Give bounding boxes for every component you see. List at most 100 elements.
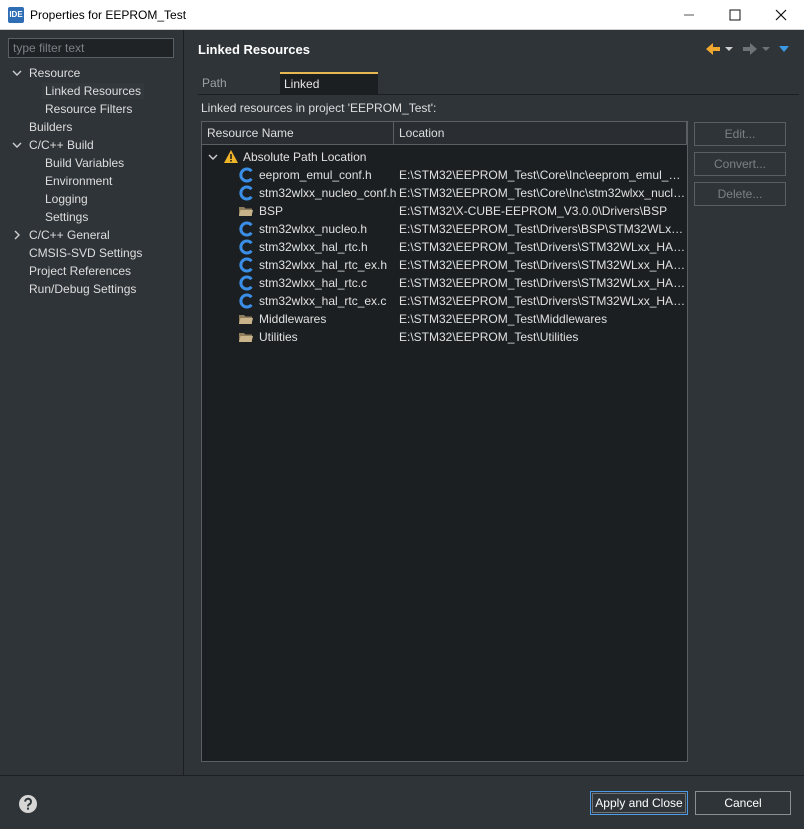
resource-location: E:\STM32\EEPROM_Test\Drivers\STM32WLxx_H…: [399, 240, 686, 254]
c-file-icon: [239, 221, 253, 237]
filter-input[interactable]: [8, 38, 174, 58]
forward-menu-chevron-icon: [762, 47, 770, 51]
chevron-down-icon[interactable]: [12, 136, 22, 154]
table-row[interactable]: BSP E:\STM32\X-CUBE-EEPROM_V3.0.0\Driver…: [202, 202, 687, 220]
resource-name: eeprom_emul_conf.h: [259, 168, 372, 182]
delete-button[interactable]: Delete...: [694, 182, 786, 206]
table-row[interactable]: Middlewares E:\STM32\EEPROM_Test\Middlew…: [202, 310, 687, 328]
page-title: Linked Resources: [198, 42, 310, 57]
sidebar-item-label: Settings: [45, 210, 89, 224]
sidebar-item-label: Run/Debug Settings: [29, 282, 137, 296]
sidebar-item-settings[interactable]: Settings: [45, 208, 88, 226]
sidebar-item-resource-filters[interactable]: Resource Filters: [45, 100, 132, 118]
table-header: Resource Name Location: [202, 122, 687, 145]
sidebar-item-run-debug-settings[interactable]: Run/Debug Settings: [29, 280, 136, 298]
resource-location: E:\STM32\EEPROM_Test\Drivers\BSP\STM32WL…: [399, 222, 686, 236]
sidebar-item-build-variables[interactable]: Build Variables: [45, 154, 124, 172]
resource-location: E:\STM32\EEPROM_Test\Middlewares: [399, 312, 608, 326]
close-button[interactable]: [758, 0, 804, 30]
tab-path-variables[interactable]: Path Variables: [198, 72, 280, 112]
table-row[interactable]: Utilities E:\STM32\EEPROM_Test\Utilities: [202, 328, 687, 346]
table-row[interactable]: stm32wlxx_nucleo.h E:\STM32\EEPROM_Test\…: [202, 220, 687, 238]
minimize-icon: [684, 14, 694, 16]
c-file-icon: [239, 239, 253, 255]
properties-page: Linked Resources Path Variables Linked R…: [185, 30, 804, 775]
sidebar-item-label: Resource Filters: [45, 102, 133, 116]
view-menu-chevron-icon[interactable]: [778, 40, 790, 58]
sidebar-item-label: C/C++ General: [29, 228, 110, 242]
forward-arrow-icon: [743, 43, 757, 55]
resource-name: stm32wlxx_hal_rtc.c: [259, 276, 368, 290]
resource-location: E:\STM32\EEPROM_Test\Utilities: [399, 330, 579, 344]
back-arrow-icon[interactable]: [704, 40, 722, 58]
sidebar-item-cpp-general[interactable]: C/C++ General: [12, 226, 110, 244]
chevron-down-icon[interactable]: [208, 148, 218, 166]
resource-location: E:\STM32\EEPROM_Test\Drivers\STM32WLxx_H…: [399, 294, 686, 308]
resource-name: stm32wlxx_hal_rtc_ex.h: [259, 258, 388, 272]
edit-button[interactable]: Edit...: [694, 122, 786, 146]
maximize-icon: [729, 9, 741, 21]
sidebar-item-label: Builders: [29, 120, 73, 134]
title-bar: IDE Properties for EEPROM_Test: [0, 0, 804, 30]
warning-icon: [224, 150, 238, 163]
apply-and-close-button[interactable]: Apply and Close: [590, 791, 688, 815]
group-label: Absolute Path Location: [243, 150, 367, 164]
resource-location: E:\STM32\EEPROM_Test\Drivers\STM32WLxx_H…: [399, 258, 686, 272]
c-file-icon: [239, 257, 253, 273]
table-group-row[interactable]: Absolute Path Location: [202, 148, 687, 166]
table-row[interactable]: eeprom_emul_conf.h E:\STM32\EEPROM_Test\…: [202, 166, 687, 184]
sidebar-item-cpp-build[interactable]: C/C++ Build: [12, 136, 94, 154]
convert-button[interactable]: Convert...: [694, 152, 786, 176]
sidebar-item-environment[interactable]: Environment: [45, 172, 112, 190]
sidebar-item-linked-resources[interactable]: Linked Resources: [42, 82, 145, 100]
resource-location: E:\STM32\X-CUBE-EEPROM_V3.0.0\Drivers\BS…: [399, 204, 668, 218]
sidebar-item-project-references[interactable]: Project References: [29, 262, 131, 280]
resource-name: Middlewares: [259, 312, 327, 326]
close-icon: [775, 9, 787, 21]
folder-icon: [239, 315, 253, 324]
c-file-icon: [239, 293, 253, 309]
c-file-icon: [239, 185, 253, 201]
app-icon: IDE: [8, 7, 24, 23]
dialog-footer: Apply and Close Cancel: [0, 775, 804, 829]
resource-location: E:\STM32\EEPROM_Test\Core\Inc\stm32wlxx_…: [399, 186, 686, 200]
resource-name: stm32wlxx_hal_rtc_ex.c: [259, 294, 387, 308]
table-row[interactable]: stm32wlxx_hal_rtc_ex.c E:\STM32\EEPROM_T…: [202, 292, 687, 310]
table-row[interactable]: stm32wlxx_hal_rtc.c E:\STM32\EEPROM_Test…: [202, 274, 687, 292]
sidebar: Resource Linked Resources Resource Filte…: [0, 30, 184, 775]
cancel-button[interactable]: Cancel: [695, 791, 791, 815]
back-menu-chevron-icon[interactable]: [724, 40, 734, 58]
sidebar-item-cmsis-svd-settings[interactable]: CMSIS-SVD Settings: [29, 244, 142, 262]
resource-name: stm32wlxx_nucleo_conf.h: [259, 186, 397, 200]
column-header-resource-name[interactable]: Resource Name: [202, 122, 394, 144]
sidebar-item-resource[interactable]: Resource: [12, 64, 80, 82]
table-row[interactable]: stm32wlxx_hal_rtc.h E:\STM32\EEPROM_Test…: [202, 238, 687, 256]
chevron-down-icon[interactable]: [12, 64, 22, 82]
chevron-right-icon[interactable]: [12, 226, 22, 244]
linked-resources-table[interactable]: Resource Name Location Absolute Path Loc…: [201, 121, 688, 762]
resource-location: E:\STM32\EEPROM_Test\Core\Inc\eeprom_emu…: [399, 168, 686, 182]
sidebar-item-label: CMSIS-SVD Settings: [29, 246, 143, 260]
resource-location: E:\STM32\EEPROM_Test\Drivers\STM32WLxx_H…: [399, 276, 686, 290]
resource-name: Utilities: [259, 330, 298, 344]
c-file-icon: [239, 275, 253, 291]
linked-resources-panel: Linked resources in project 'EEPROM_Test…: [198, 94, 799, 767]
folder-icon: [239, 333, 253, 342]
maximize-button[interactable]: [712, 0, 758, 30]
sidebar-item-logging[interactable]: Logging: [45, 190, 88, 208]
sidebar-item-label: Project References: [29, 264, 132, 278]
column-header-location[interactable]: Location: [394, 122, 687, 144]
table-row[interactable]: stm32wlxx_nucleo_conf.h E:\STM32\EEPROM_…: [202, 184, 687, 202]
sidebar-item-label: Resource: [29, 66, 81, 80]
table-row[interactable]: stm32wlxx_hal_rtc_ex.h E:\STM32\EEPROM_T…: [202, 256, 687, 274]
sidebar-item-label: Linked Resources: [42, 83, 145, 99]
sidebar-item-label: Build Variables: [45, 156, 125, 170]
sidebar-item-builders[interactable]: Builders: [29, 118, 72, 136]
page-navigation: [704, 40, 794, 58]
c-file-icon: [239, 167, 253, 183]
folder-icon: [239, 207, 253, 216]
minimize-button[interactable]: [666, 0, 712, 30]
help-icon[interactable]: [18, 794, 38, 814]
tab-linked-resources[interactable]: Linked Resources: [280, 72, 378, 111]
window-title: Properties for EEPROM_Test: [30, 8, 187, 22]
